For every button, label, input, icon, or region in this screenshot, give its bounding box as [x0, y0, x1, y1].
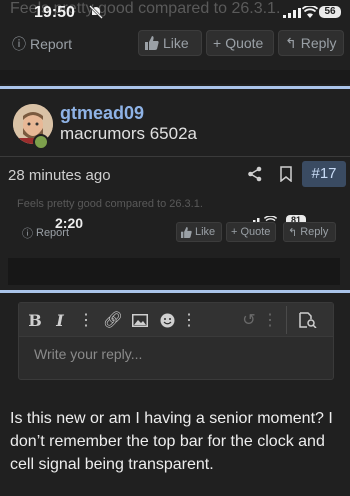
toolbar-separator: [286, 306, 287, 334]
screenshot-divider: [8, 258, 340, 285]
quote-button[interactable]: + Quote: [206, 30, 274, 56]
link-icon[interactable]: 🔗︎: [102, 303, 124, 337]
post-separator: [0, 70, 350, 84]
editor-top-accent: [0, 290, 350, 293]
preview-icon[interactable]: [296, 303, 320, 337]
post-user-title: macrumors 6502a: [60, 124, 198, 143]
screenshot-reply-label: Reply: [300, 226, 329, 238]
screenshot-reply-button: ↰ Reply: [283, 222, 336, 242]
like-button[interactable]: Like: [138, 30, 202, 56]
wifi-icon: [302, 6, 318, 18]
reply-label: Reply: [300, 35, 337, 51]
screenshot-plus-icon: +: [231, 226, 238, 238]
report-icon: ⓘ: [12, 36, 26, 52]
bold-button[interactable]: B: [26, 303, 44, 337]
plus-icon: +: [213, 35, 222, 51]
bookmark-icon[interactable]: [280, 166, 292, 182]
post-username[interactable]: gtmead09: [60, 103, 144, 124]
status-time: 19:50: [34, 4, 75, 21]
italic-button[interactable]: I: [52, 303, 68, 337]
thumbs-up-icon: [145, 36, 159, 50]
screenshot-like-label: Like: [195, 226, 216, 238]
more-text-options-icon[interactable]: ⋮: [78, 303, 94, 337]
image-icon[interactable]: [130, 303, 150, 337]
screenshot-quote-button: + Quote: [226, 222, 276, 242]
share-icon[interactable]: [247, 166, 263, 182]
emoji-icon[interactable]: [157, 303, 177, 337]
post-top-accent: [0, 86, 350, 89]
post-number-badge[interactable]: #17: [302, 161, 346, 187]
header-divider: [0, 156, 350, 157]
more-insert-options-icon[interactable]: ⋮: [181, 303, 197, 337]
more-edit-options-icon[interactable]: ⋮: [262, 303, 278, 337]
reply-arrow-icon: ↰: [285, 34, 297, 51]
undo-icon[interactable]: ↺: [238, 303, 260, 337]
screenshot-thumbs-up-icon: [181, 226, 192, 238]
report-label: Report: [30, 36, 73, 52]
like-label: Like: [163, 35, 189, 51]
screenshot-report-label: Report: [36, 227, 70, 239]
online-status-icon: [33, 134, 49, 150]
screenshot-report-icon: ⓘ: [22, 228, 33, 240]
reply-input-placeholder[interactable]: Write your reply...: [34, 346, 142, 362]
screenshot-report-button: ⓘ Report: [18, 225, 73, 241]
quote-label: Quote: [225, 35, 264, 51]
report-button[interactable]: ⓘ Report: [6, 32, 78, 56]
screenshot-previous-text: Feels pretty good compared to 26.3.1.: [17, 198, 203, 210]
screenshot-like-button: Like: [176, 222, 222, 242]
bell-slash-icon: [89, 5, 103, 19]
battery-indicator: 56: [319, 6, 341, 18]
screenshot-quote-label: Quote: [240, 226, 271, 238]
screenshot-reply-arrow-icon: ↰: [288, 226, 298, 239]
reply-button[interactable]: ↰ Reply: [278, 30, 344, 56]
comment-text: Is this new or am I having a senior mome…: [10, 410, 333, 473]
post-timestamp[interactable]: 28 minutes ago: [8, 167, 111, 184]
cell-signal-icon: [283, 8, 301, 18]
